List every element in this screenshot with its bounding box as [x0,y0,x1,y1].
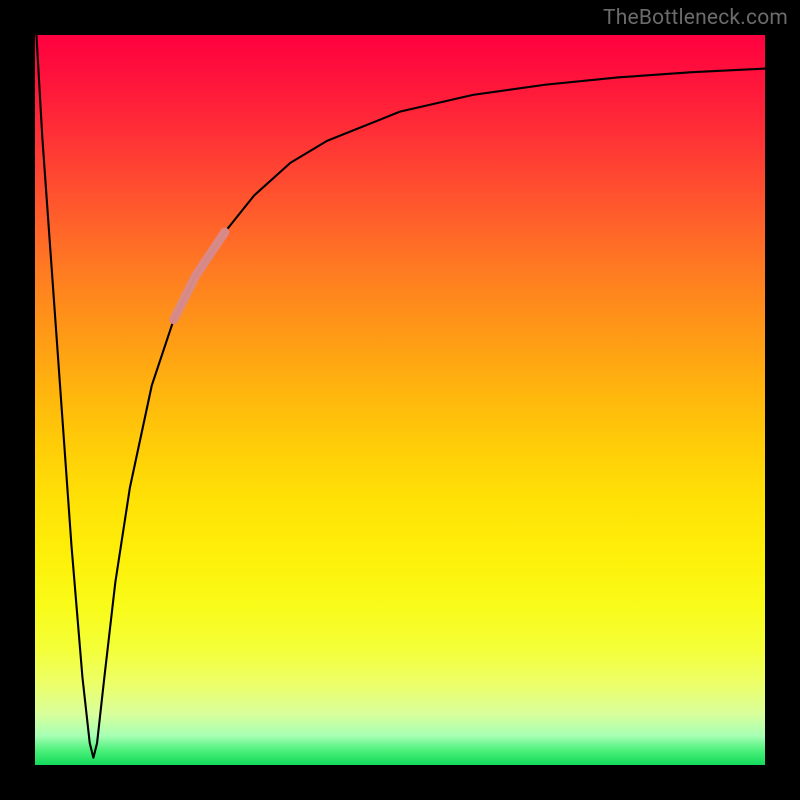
curve-svg [35,35,765,765]
watermark-text: TheBottleneck.com [603,6,788,30]
chart-frame: TheBottleneck.com [0,0,800,800]
curve-highlight [174,232,225,320]
bottleneck-curve [36,35,765,758]
plot-area [35,35,765,765]
